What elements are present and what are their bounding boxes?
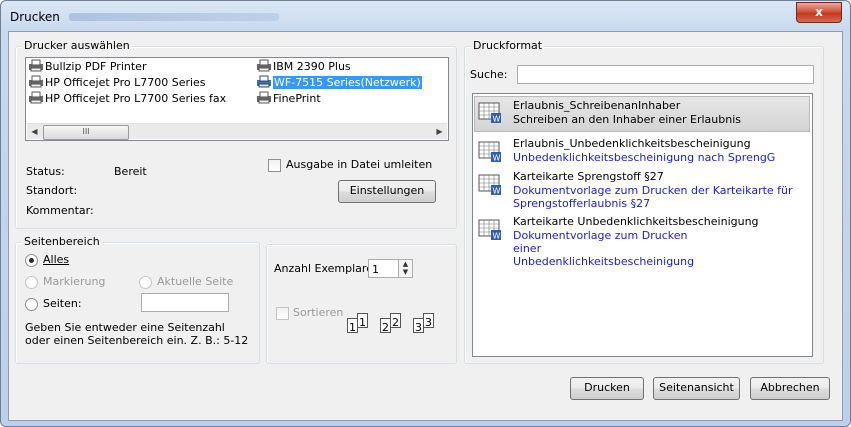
- word-document-icon: W: [478, 141, 501, 163]
- printer-list-hscrollbar[interactable]: ◀ III ▶: [27, 123, 447, 140]
- printer-item-selected[interactable]: WF-7515 Series(Netzwerk): [256, 75, 422, 91]
- format-item[interactable]: W Erlaubnis_Unbedenklichkeitsbescheinigu…: [474, 136, 808, 166]
- printer-item[interactable]: HP Officejet Pro L7700 Series: [28, 75, 206, 91]
- svg-text:W: W: [493, 232, 501, 241]
- range-selection-radio: [25, 276, 38, 289]
- status-value: Bereit: [114, 165, 147, 178]
- copies-group: Anzahl Exemplare: 1 ▲ ▼ Sortieren 1 1 2 2…: [266, 244, 457, 364]
- svg-text:W: W: [493, 187, 501, 196]
- location-label: Standort:: [26, 184, 78, 197]
- format-item-description: Unbedenklichkeitsbescheinigung nach Spre…: [513, 151, 776, 164]
- format-item-description: Dokumentvorlage zum Drucken der Karteika…: [513, 184, 793, 210]
- printer-item[interactable]: Bullzip PDF Printer: [28, 59, 146, 75]
- comment-label: Kommentar:: [26, 204, 94, 217]
- range-current-page-radio: [139, 276, 152, 289]
- print-to-file-checkbox[interactable]: [268, 159, 281, 172]
- format-item[interactable]: W Karteikarte Sprengstoff §27 Dokumentvo…: [474, 169, 808, 211]
- print-format-group: Druckformat Suche: W Erlaubnis_Schreiben…: [464, 39, 824, 364]
- range-selection-label: Markierung: [43, 275, 106, 288]
- format-item-description: Dokumentvorlage zum Drucken einer Unbede…: [513, 229, 695, 268]
- format-item-name: Erlaubnis_Unbedenklichkeitsbescheinigung: [513, 137, 751, 150]
- range-current-page-label: Aktuelle Seite: [157, 275, 234, 288]
- range-all-label: Alles: [43, 253, 70, 266]
- range-pages-radio[interactable]: [25, 298, 38, 311]
- svg-text:W: W: [493, 154, 501, 163]
- collate-label: Sortieren: [293, 306, 344, 319]
- network-printer-icon: [257, 75, 271, 88]
- copies-input[interactable]: 1: [368, 259, 399, 278]
- format-item-selected[interactable]: W Erlaubnis_SchreibenanInhaber Schreiben…: [474, 96, 810, 132]
- scroll-left-arrow-icon[interactable]: ◀: [27, 124, 42, 139]
- spin-arrows-icon[interactable]: ▲ ▼: [398, 259, 413, 278]
- search-label: Suche:: [470, 68, 508, 81]
- format-item-name: Erlaubnis_SchreibenanInhaber: [513, 99, 681, 112]
- print-to-file-label: Ausgabe in Datei umleiten: [286, 158, 433, 171]
- search-input[interactable]: [517, 65, 814, 84]
- collate-checkbox: [276, 307, 289, 320]
- printer-icon: [257, 59, 271, 72]
- printer-group: Drucker auswählen Bullzip PDF Printer HP…: [15, 39, 457, 229]
- printer-icon: [257, 91, 271, 104]
- scroll-right-arrow-icon[interactable]: ▶: [432, 124, 447, 139]
- preview-button[interactable]: Seitenansicht: [653, 377, 740, 400]
- close-button[interactable]: x: [796, 2, 842, 23]
- range-pages-label: Seiten:: [43, 297, 82, 310]
- page-range-legend: Seitenbereich: [22, 235, 102, 248]
- word-document-icon: W: [478, 102, 501, 124]
- format-list[interactable]: W Erlaubnis_SchreibenanInhaber Schreiben…: [472, 93, 813, 357]
- printer-item[interactable]: HP Officejet Pro L7700 Series fax: [28, 91, 226, 107]
- printer-list[interactable]: Bullzip PDF Printer HP Officejet Pro L77…: [25, 57, 449, 141]
- scroll-thumb[interactable]: III: [43, 125, 129, 140]
- printer-icon: [29, 91, 43, 104]
- printer-icon: [29, 59, 43, 72]
- page-range-group: Seitenbereich Alles Markierung Aktuelle …: [15, 235, 260, 364]
- dialog-client-area: Drucker auswählen Bullzip PDF Printer HP…: [8, 31, 843, 421]
- print-button[interactable]: Drucken: [570, 377, 644, 400]
- printer-icon: [29, 75, 43, 88]
- printer-item[interactable]: IBM 2390 Plus: [256, 59, 351, 75]
- word-document-icon: W: [478, 219, 501, 241]
- svg-text:W: W: [493, 115, 501, 124]
- format-item-name: Karteikarte Unbedenklichkeitsbescheinigu…: [513, 215, 759, 228]
- format-item-name: Karteikarte Sprengstoff §27: [513, 170, 664, 183]
- copies-label: Anzahl Exemplare:: [274, 262, 377, 275]
- status-label: Status:: [26, 165, 65, 178]
- title-blurred-path: [69, 13, 279, 21]
- print-format-legend: Druckformat: [471, 39, 545, 52]
- format-item-description: Schreiben an den Inhaber einer Erlaubnis: [513, 113, 742, 126]
- close-icon: x: [815, 5, 823, 19]
- cancel-button[interactable]: Abbrechen: [750, 377, 830, 400]
- settings-button[interactable]: Einstellungen: [338, 180, 436, 203]
- printer-group-legend: Drucker auswählen: [22, 39, 132, 52]
- pages-input[interactable]: [141, 293, 229, 312]
- word-document-icon: W: [478, 174, 501, 196]
- print-dialog-window: Drucken x Drucker auswählen Bullzip PDF …: [0, 0, 851, 427]
- printer-item[interactable]: FinePrint: [256, 91, 321, 107]
- format-item[interactable]: W Karteikarte Unbedenklichkeitsbescheini…: [474, 214, 808, 268]
- title-bar[interactable]: Drucken x: [1, 1, 850, 31]
- range-all-radio[interactable]: [25, 254, 38, 267]
- page-range-hint: Geben Sie entweder eine Seitenzahl oder …: [25, 321, 249, 347]
- window-title: Drucken: [10, 10, 60, 24]
